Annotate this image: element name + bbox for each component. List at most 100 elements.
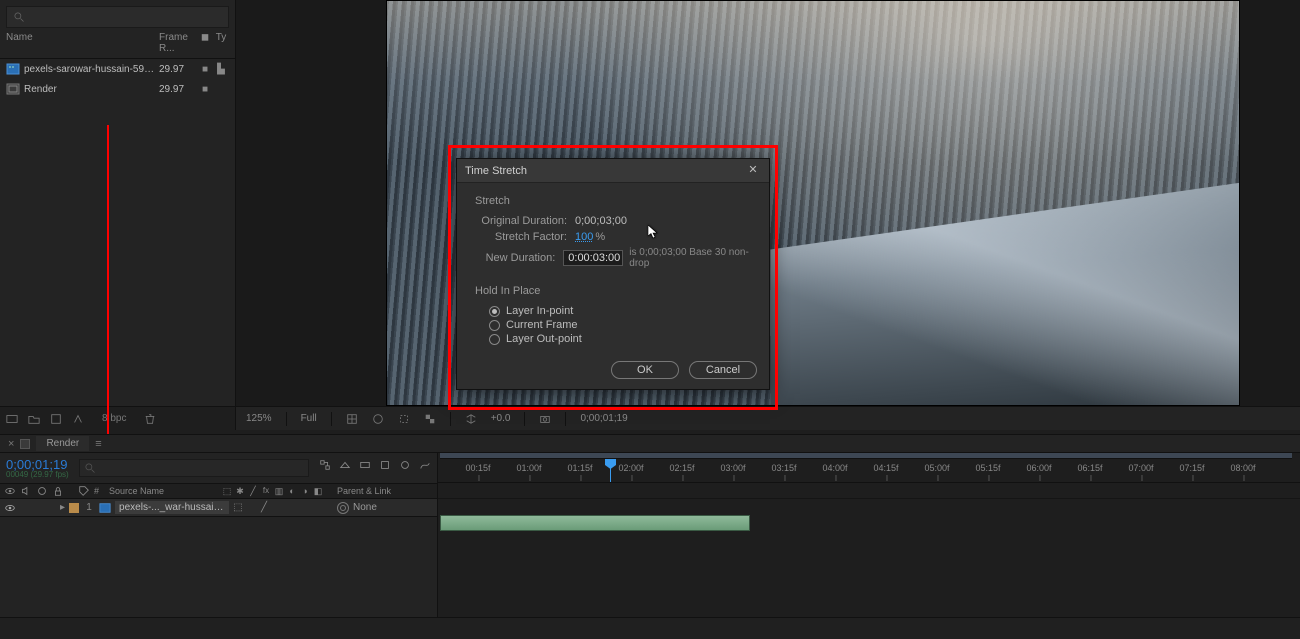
eye-toggle[interactable] xyxy=(4,502,16,514)
mask-toggle-icon[interactable] xyxy=(372,413,384,425)
cancel-button[interactable]: Cancel xyxy=(689,361,757,379)
dialog-titlebar[interactable]: Time Stretch ✕ xyxy=(457,159,769,183)
radio-layer-in[interactable]: Layer In-point xyxy=(489,305,751,317)
twirl-icon[interactable]: ▸ xyxy=(60,502,65,513)
solo-icon[interactable] xyxy=(36,485,48,497)
footage-icon xyxy=(99,502,111,514)
time-ruler[interactable]: 00:15f01:00f01:15f02:00f02:15f03:00f03:1… xyxy=(438,453,1300,483)
frame-blend-icon[interactable] xyxy=(379,459,391,471)
pickwhip-icon[interactable] xyxy=(337,502,349,514)
work-area-bar[interactable] xyxy=(440,453,1292,459)
new-comp-icon[interactable] xyxy=(50,413,62,425)
switch-cell[interactable] xyxy=(285,502,295,513)
switch-cell[interactable] xyxy=(246,502,256,513)
switch-adjust-icon[interactable]: ◑ xyxy=(300,486,310,497)
radio-current-frame[interactable]: Current Frame xyxy=(489,319,751,331)
switches-column: ⬚ ✱ ╱ fx ▥ ◐ ◑ ◧ xyxy=(222,486,323,497)
column-number[interactable]: # xyxy=(94,486,99,496)
column-type[interactable]: Ty xyxy=(213,32,229,54)
draft3d-icon[interactable] xyxy=(339,459,351,471)
preview-timecode[interactable]: 0;00;01;19 xyxy=(580,413,627,424)
column-source-name[interactable]: Source Name xyxy=(109,486,164,496)
project-item-framerate: 29.97 xyxy=(159,64,197,75)
layer-clip[interactable] xyxy=(440,515,750,531)
graph-editor-icon[interactable] xyxy=(419,459,431,471)
switch-quality-icon[interactable]: ╱ xyxy=(248,486,258,497)
tab-menu-icon[interactable]: ≡ xyxy=(95,438,101,450)
trash-icon[interactable] xyxy=(144,413,156,425)
layer-column-headers: # Source Name ⬚ ✱ ╱ fx ▥ ◐ ◑ ◧ Parent & … xyxy=(0,483,437,499)
eye-icon[interactable] xyxy=(4,485,16,497)
timeline-tab[interactable]: Render xyxy=(36,436,89,451)
label-icon[interactable] xyxy=(78,485,90,497)
layer-row[interactable]: ▸ 1 pexels-..._war-hussain-5946371.mp4 ⬚… xyxy=(0,499,437,517)
region-icon[interactable] xyxy=(398,413,410,425)
interpret-footage-icon[interactable] xyxy=(6,413,18,425)
switch-cell[interactable] xyxy=(298,502,308,513)
switch-cell[interactable]: ⬚ xyxy=(233,502,243,513)
shy-icon[interactable] xyxy=(359,459,371,471)
new-duration-input[interactable]: 0:00:03:00 xyxy=(563,250,623,266)
timeline-track-area[interactable]: 00:15f01:00f01:15f02:00f02:15f03:00f03:1… xyxy=(438,453,1300,617)
column-frame-rate[interactable]: Frame R... xyxy=(159,32,197,54)
project-search-input[interactable] xyxy=(6,6,229,28)
ruler-tick: 03:15f xyxy=(771,463,796,473)
stretch-factor-input[interactable]: 100 xyxy=(575,231,593,243)
transparency-grid-icon[interactable] xyxy=(424,413,436,425)
search-icon xyxy=(13,11,25,23)
resolution-dropdown[interactable]: Full xyxy=(301,413,317,424)
new-duration-info: is 0;00;03;00 Base 30 non-drop xyxy=(629,247,751,269)
stretch-factor-label: Stretch Factor: xyxy=(475,231,575,243)
switch-3d-icon[interactable]: ◧ xyxy=(313,486,323,497)
label-color[interactable] xyxy=(69,503,79,513)
tab-close-icon[interactable]: × xyxy=(8,438,14,450)
switch-frameblend-icon[interactable]: ▥ xyxy=(274,486,284,497)
switch-motionblur-icon[interactable]: ◐ xyxy=(287,486,297,497)
grid-icon[interactable] xyxy=(346,413,358,425)
zoom-dropdown[interactable]: 125% xyxy=(246,413,272,424)
column-name[interactable]: Name xyxy=(6,32,159,54)
column-icon-1[interactable]: ◼ xyxy=(197,32,213,54)
switch-cell[interactable]: ╱ xyxy=(259,502,269,513)
close-icon[interactable]: ✕ xyxy=(745,163,761,179)
ruler-tick: 05:00f xyxy=(924,463,949,473)
column-parent[interactable]: Parent & Link xyxy=(337,486,433,496)
project-item-flag2: ▙ xyxy=(213,64,229,75)
switch-fx-icon[interactable]: fx xyxy=(261,486,271,497)
ok-button[interactable]: OK xyxy=(611,361,679,379)
switch-cell[interactable] xyxy=(272,502,282,513)
timeline-footer xyxy=(0,617,1300,639)
ruler-tick: 06:15f xyxy=(1077,463,1102,473)
motion-blur-icon[interactable] xyxy=(399,459,411,471)
ruler-tick: 02:00f xyxy=(618,463,643,473)
parent-dropdown[interactable]: None xyxy=(353,502,377,513)
current-frame-sub: 00049 (29.97 fps) xyxy=(6,470,69,479)
ruler-tick: 05:15f xyxy=(975,463,1000,473)
project-panel: Name Frame R... ◼ Ty pexels-sarowar-huss… xyxy=(0,0,236,430)
exposure-value[interactable]: +0.0 xyxy=(491,413,511,424)
radio-icon xyxy=(489,334,500,345)
timeline-search-input[interactable] xyxy=(79,459,309,477)
new-adjustment-icon[interactable] xyxy=(72,413,84,425)
ruler-tick: 01:00f xyxy=(516,463,541,473)
new-folder-icon[interactable] xyxy=(28,413,40,425)
switch-shy-icon[interactable]: ⬚ xyxy=(222,486,232,497)
project-item[interactable]: pexels-sarowar-hussain-5946371.mp4 29.97… xyxy=(0,59,235,79)
radio-icon xyxy=(489,320,500,331)
playhead[interactable] xyxy=(610,459,611,482)
radio-icon xyxy=(489,306,500,317)
layer-name[interactable]: pexels-..._war-hussain-5946371.mp4 xyxy=(115,501,229,514)
lock-icon[interactable] xyxy=(52,485,64,497)
project-item-flag1: ■ xyxy=(197,84,213,95)
comp-flowchart-icon[interactable] xyxy=(319,459,331,471)
bpc-indicator[interactable]: 8 bpc xyxy=(102,413,126,424)
project-item[interactable]: Render 29.97 ■ xyxy=(0,79,235,99)
project-footer: 8 bpc xyxy=(0,406,235,430)
3d-view-icon[interactable] xyxy=(465,413,477,425)
switch-collapse-icon[interactable]: ✱ xyxy=(235,486,245,497)
radio-layer-out[interactable]: Layer Out-point xyxy=(489,333,751,345)
speaker-icon[interactable] xyxy=(20,485,32,497)
ruler-tick: 04:15f xyxy=(873,463,898,473)
ruler-tick: 06:00f xyxy=(1026,463,1051,473)
snapshot-icon[interactable] xyxy=(539,413,551,425)
